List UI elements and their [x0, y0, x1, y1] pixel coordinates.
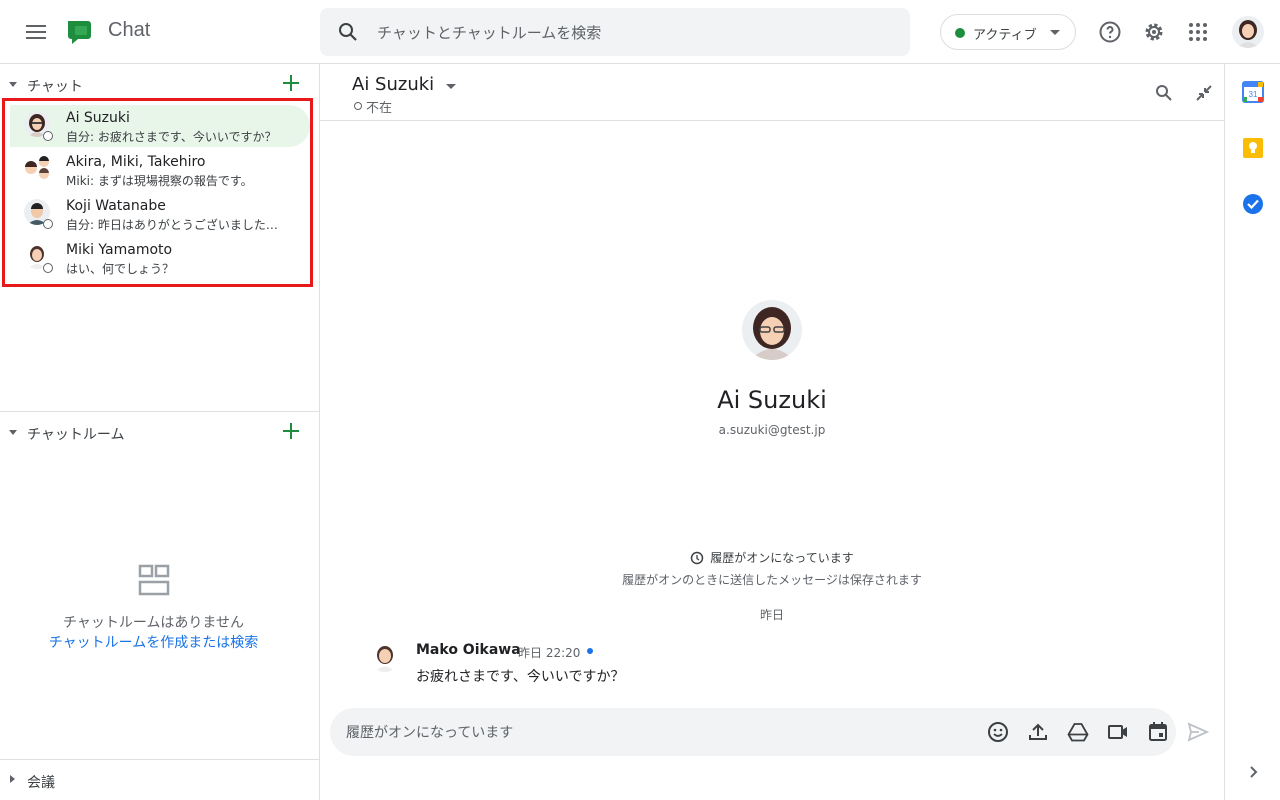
sidebar: チャット Ai Suzuki 自分: お疲れさまです、今いいですか？ Akira…: [0, 64, 320, 800]
help-icon: [1099, 21, 1121, 43]
chevron-down-icon[interactable]: [446, 84, 456, 89]
conversation-panel: Ai Suzuki 不在 Ai Suzuki a.suzuki@gtest.jp…: [320, 64, 1224, 800]
avatar: [370, 642, 400, 672]
emoji-icon[interactable]: [986, 720, 1010, 744]
expand-caret-icon[interactable]: [10, 775, 15, 783]
presence-away-indicator: [43, 263, 53, 273]
main-menu-button[interactable]: [20, 16, 52, 48]
top-bar: Chat チャットとチャットルームを検索 アクティブ: [0, 0, 1280, 64]
keep-app-icon[interactable]: [1242, 137, 1264, 159]
search-icon[interactable]: [336, 20, 360, 44]
calendar-app-icon[interactable]: 31: [1242, 81, 1264, 103]
chat-item-name: Miki Yamamoto: [66, 242, 173, 258]
minimize-icon[interactable]: [1193, 82, 1215, 104]
date-separator: 昨日: [759, 608, 784, 622]
rooms-empty-text: チャットルームはありません: [62, 615, 245, 631]
meetings-section-header[interactable]: 会議: [0, 762, 320, 798]
status-label: アクティブ: [973, 28, 1037, 43]
rooms-placeholder-icon: [138, 564, 170, 596]
history-subtext: 履歴がオンのときに送信したメッセージは保存されます: [622, 573, 922, 587]
user-avatar-icon: [370, 642, 400, 672]
section-divider: [0, 759, 319, 760]
chat-logo-icon[interactable]: [66, 18, 94, 46]
collapse-caret-icon[interactable]: [9, 82, 17, 87]
collapse-caret-icon[interactable]: [9, 430, 17, 435]
chat-item-preview: 自分: お疲れさまです、今いいですか？: [66, 130, 277, 144]
chat-item-name: Ai Suzuki: [66, 110, 130, 126]
message-item: Mako Oikawa 昨日 22:20 お疲れさまです、今いいですか？: [370, 640, 970, 690]
presence-away-indicator: [354, 102, 362, 110]
profile-name: Ai Suzuki: [717, 386, 827, 414]
chat-item-name: Koji Watanabe: [66, 198, 166, 214]
account-avatar[interactable]: [1232, 16, 1264, 48]
user-avatar-icon: [742, 300, 802, 360]
search-icon[interactable]: [1153, 82, 1175, 104]
drive-icon[interactable]: [1066, 720, 1090, 744]
chat-item-name: Akira, Miki, Takehiro: [66, 154, 206, 170]
hamburger-menu-icon: [26, 25, 46, 39]
send-icon[interactable]: [1186, 720, 1210, 744]
presence-status: 不在: [366, 101, 393, 116]
message-text: お疲れさまです、今いいですか？: [416, 669, 625, 685]
video-call-icon[interactable]: [1106, 720, 1130, 744]
gear-icon: [1145, 23, 1163, 41]
message-sender: Mako Oikawa: [416, 642, 521, 658]
add-chat-icon[interactable]: [280, 72, 302, 94]
settings-button[interactable]: [1140, 18, 1168, 46]
conversation-header: Ai Suzuki 不在: [320, 64, 1224, 121]
chevron-right-icon[interactable]: [1245, 764, 1261, 780]
presence-away-indicator: [43, 219, 53, 229]
history-on-text: 履歴がオンになっています: [710, 551, 854, 565]
status-dot: [955, 28, 965, 38]
app-name: Chat: [108, 19, 151, 41]
search-bar[interactable]: チャットとチャットルームを検索: [320, 8, 910, 56]
presence-away-indicator: [43, 131, 53, 141]
group-avatar-icon: [24, 155, 50, 181]
user-avatar-icon: [1232, 16, 1264, 48]
message-time: 昨日 22:20: [518, 646, 581, 660]
rooms-section-label: チャットルーム: [27, 427, 125, 443]
chat-list: Ai Suzuki 自分: お疲れさまです、今いいですか？ Akira, Mik…: [2, 98, 313, 287]
apps-grid-icon: [1189, 23, 1207, 41]
chats-section-header[interactable]: チャット: [0, 66, 320, 102]
tasks-app-icon[interactable]: [1242, 193, 1264, 215]
chat-item-preview: はい、何でしょう？: [66, 262, 175, 276]
apps-button[interactable]: [1184, 18, 1212, 46]
message-composer[interactable]: 履歴がオンになっています: [330, 708, 1176, 756]
chat-item-group[interactable]: Akira, Miki, Takehiro Miki: まずは現場視察の報告です…: [10, 149, 310, 191]
history-status: 履歴がオンになっています: [320, 549, 1224, 566]
chat-item-preview: 自分: 昨日はありがとうございました…: [66, 218, 278, 232]
chats-section-label: チャット: [27, 79, 83, 95]
side-panel-rail: 31: [1224, 64, 1280, 800]
chat-item-miki-yamamoto[interactable]: Miki Yamamoto はい、何でしょう？: [10, 237, 310, 279]
add-room-icon[interactable]: [280, 420, 302, 442]
rooms-section-header[interactable]: チャットルーム: [0, 414, 320, 450]
profile-avatar: [742, 300, 802, 360]
group-avatar: [24, 155, 50, 181]
profile-email: a.suzuki@gtest.jp: [718, 423, 826, 437]
search-input[interactable]: チャットとチャットルームを検索: [377, 22, 601, 43]
meetings-section-label: 会議: [27, 775, 55, 791]
section-divider: [0, 411, 319, 412]
help-button[interactable]: [1096, 18, 1124, 46]
svg-text:31: 31: [1249, 90, 1258, 99]
unread-dot: [587, 648, 593, 654]
chat-item-koji-watanabe[interactable]: Koji Watanabe 自分: 昨日はありがとうございました…: [10, 193, 310, 235]
create-room-link[interactable]: チャットルームを作成または検索: [0, 632, 307, 652]
chat-item-ai-suzuki[interactable]: Ai Suzuki 自分: お疲れさまです、今いいですか？: [10, 105, 310, 147]
conversation-title[interactable]: Ai Suzuki: [352, 74, 434, 95]
upload-icon[interactable]: [1026, 720, 1050, 744]
chat-item-preview: Miki: まずは現場視察の報告です。: [66, 174, 253, 188]
history-icon: [691, 551, 704, 565]
status-selector[interactable]: アクティブ: [940, 14, 1076, 50]
calendar-event-icon[interactable]: [1146, 720, 1170, 744]
chevron-down-icon: [1050, 30, 1060, 35]
composer-input[interactable]: 履歴がオンになっています: [346, 722, 513, 742]
